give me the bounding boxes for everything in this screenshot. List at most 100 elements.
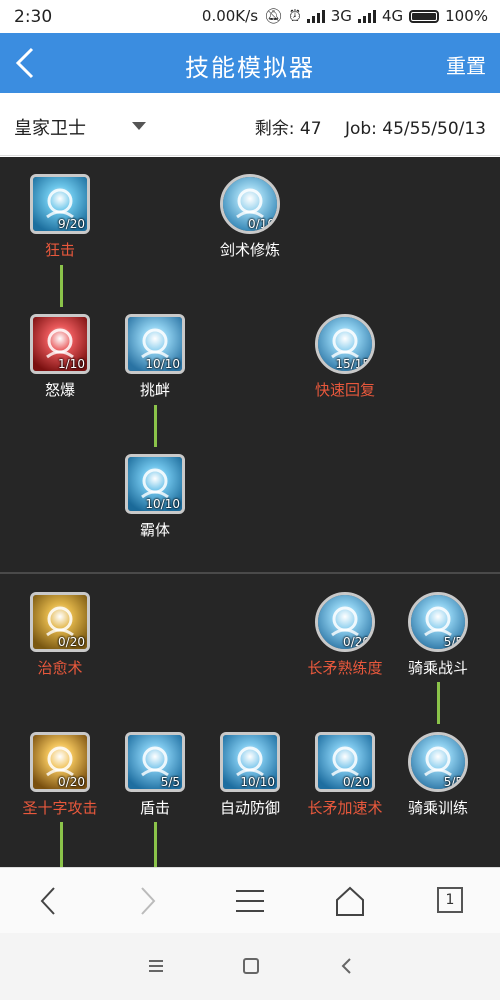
square-icon [243, 958, 259, 974]
app-header: 技能模拟器 重置 [0, 33, 500, 93]
network-type-2: 4G [381, 7, 404, 25]
holy-cross-icon: 0/20 [30, 732, 90, 792]
endure-icon: 10/10 [125, 454, 185, 514]
shield-bash-icon: 5/5 [125, 732, 185, 792]
system-back-button[interactable] [336, 955, 358, 977]
skill-node[interactable]: 0/20 治愈术 [20, 592, 100, 678]
class-selector-row: 皇家卫士 剩余: 47 Job: 45/55/50/13 [0, 93, 500, 156]
skill-name: 狂击 [44, 241, 75, 259]
skill-level: 5/5 [160, 775, 180, 789]
job-levels: Job: 45/55/50/13 [344, 119, 486, 139]
skill-node[interactable]: 5/5 盾击 [115, 732, 195, 818]
browser-back-button[interactable] [32, 884, 66, 918]
skill-node[interactable]: 0/10 剑术修炼 [210, 174, 290, 260]
skill-level: 0/20 [58, 775, 85, 789]
home-icon [336, 886, 364, 916]
skill-level: 5/5 [443, 775, 463, 789]
skill-name: 长矛加速术 [307, 799, 383, 817]
skill-level: 0/10 [248, 217, 275, 231]
skill-level: 0/20 [343, 635, 370, 649]
prerequisite-line [60, 265, 63, 307]
fist-impact-icon: 9/20 [30, 174, 90, 234]
skill-node[interactable]: 0/20 长矛加速术 [305, 732, 385, 818]
reset-button[interactable]: 重置 [446, 50, 486, 79]
skill-node[interactable]: 1/10 怒爆 [20, 314, 100, 400]
status-bar: 2:30 0.00K/s 🔕︎ ⏰︎ 3G 4G 100% [0, 0, 500, 33]
quick-recovery-icon: 15/15 [315, 314, 375, 374]
browser-toolbar [0, 867, 500, 933]
battery-level: 100% [445, 7, 488, 25]
browser-forward-button[interactable] [130, 884, 164, 918]
prerequisite-line [60, 822, 63, 867]
skill-level: 10/10 [145, 357, 180, 371]
mute-icon: 🔕︎ [264, 7, 284, 25]
chevron-right-icon [141, 887, 156, 915]
skill-name: 圣十字攻击 [22, 799, 98, 817]
tree-section-divider [0, 572, 500, 574]
skill-level: 5/5 [443, 635, 463, 649]
skill-name: 霸体 [139, 521, 170, 539]
skill-level: 9/20 [58, 217, 85, 231]
signal-1-icon [306, 9, 325, 23]
sword-slash-icon: 0/10 [220, 174, 280, 234]
skill-node[interactable]: 15/15 快速回复 [305, 314, 385, 400]
skill-tree: 9/20 狂击 0/10 剑术修炼 1/10 怒爆 10/10 挑衅 15/15 快速回复 10/1… [0, 157, 500, 867]
skill-level: 15/15 [335, 357, 370, 371]
system-home-button[interactable] [240, 955, 262, 977]
network-type-1: 3G [330, 7, 352, 25]
skill-name: 挑衅 [139, 381, 170, 399]
class-select[interactable]: 皇家卫士 [14, 114, 86, 140]
skill-node[interactable]: 5/5 骑乘战斗 [398, 592, 478, 678]
skill-name: 盾击 [139, 799, 170, 817]
skill-node[interactable]: 0/20 圣十字攻击 [20, 732, 100, 818]
riding-combat-icon: 5/5 [408, 592, 468, 652]
spear-mastery-icon: 0/20 [315, 592, 375, 652]
spear-quicken-icon: 0/20 [315, 732, 375, 792]
skill-name: 剑术修炼 [219, 241, 280, 259]
skill-name: 怒爆 [44, 381, 75, 399]
skill-node[interactable]: 9/20 狂击 [20, 174, 100, 260]
skill-node[interactable]: 10/10 自动防御 [210, 732, 290, 818]
recents-icon [149, 960, 163, 972]
status-indicators: 0.00K/s 🔕︎ ⏰︎ 3G 4G 100% [202, 7, 488, 25]
remaining-label: 剩余: [254, 119, 295, 139]
menu-button[interactable] [233, 884, 267, 918]
chevron-left-icon [341, 958, 351, 974]
prerequisite-line [154, 405, 157, 447]
chevron-left-icon [40, 887, 55, 915]
page-title: 技能模拟器 [185, 54, 315, 82]
skill-name: 骑乘战斗 [407, 659, 468, 677]
prerequisite-line [437, 682, 440, 724]
rage-burst-icon: 1/10 [30, 314, 90, 374]
caret-down-icon[interactable] [132, 122, 146, 130]
points-info: 剩余: 47 Job: 45/55/50/13 [255, 114, 486, 139]
remaining-points: 47 [299, 119, 322, 139]
menu-icon [236, 890, 264, 912]
skill-name: 骑乘训练 [407, 799, 468, 817]
riding-training-icon: 5/5 [408, 732, 468, 792]
status-time: 2:30 [14, 7, 53, 27]
skill-name: 自动防御 [219, 799, 280, 817]
recents-button[interactable] [145, 955, 167, 977]
skill-level: 0/20 [58, 635, 85, 649]
signal-2-icon [357, 9, 376, 23]
skill-node[interactable]: 10/10 霸体 [115, 454, 195, 540]
skill-node[interactable]: 10/10 挑衅 [115, 314, 195, 400]
skill-level: 10/10 [145, 497, 180, 511]
auto-guard-icon: 10/10 [220, 732, 280, 792]
skill-node[interactable]: 5/5 骑乘训练 [398, 732, 478, 818]
skill-name: 治愈术 [37, 659, 83, 677]
tabs-button[interactable]: 1 [437, 887, 463, 913]
skill-node[interactable]: 0/20 长矛熟练度 [305, 592, 385, 678]
provoke-icon: 10/10 [125, 314, 185, 374]
prerequisite-line [154, 822, 157, 867]
heal-heart-icon: 0/20 [30, 592, 90, 652]
home-button[interactable] [333, 884, 367, 918]
system-nav-bar [0, 933, 500, 1000]
skill-name: 长矛熟练度 [307, 659, 383, 677]
alarm-icon: ⏰︎ [289, 7, 301, 25]
skill-level: 0/20 [343, 775, 370, 789]
skill-name: 快速回复 [314, 381, 375, 399]
skill-level: 1/10 [58, 357, 85, 371]
network-speed: 0.00K/s [201, 7, 259, 25]
